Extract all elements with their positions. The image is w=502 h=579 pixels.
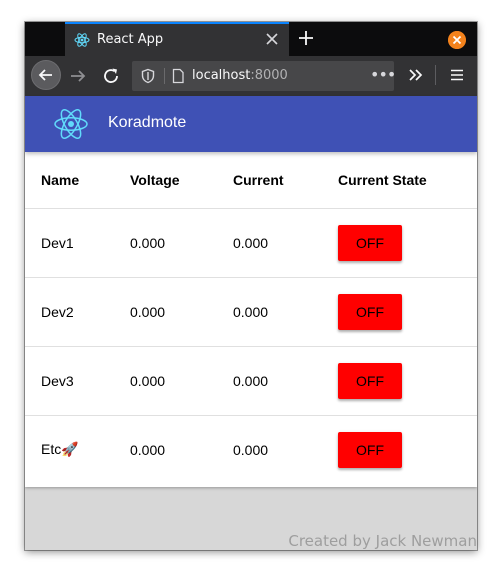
- table-row: Dev2 0.000 0.000 OFF: [25, 277, 477, 347]
- forward-arrow-icon[interactable]: [68, 66, 88, 86]
- toolbar-separator: [435, 65, 436, 85]
- app-header: Koradmote: [25, 96, 477, 152]
- tab-close-icon[interactable]: [263, 30, 281, 48]
- tab-react-app[interactable]: React App: [65, 22, 289, 56]
- page-info-icon[interactable]: [170, 68, 186, 84]
- table-header-row: Name Voltage Current Current State: [25, 152, 477, 209]
- device-voltage: 0.000: [130, 346, 233, 416]
- tab-title: React App: [97, 32, 164, 47]
- device-voltage: 0.000: [130, 441, 166, 458]
- address-bar[interactable]: localhost:8000 •••: [132, 61, 396, 91]
- back-arrow-icon: [38, 69, 52, 81]
- device-name: Dev2: [25, 277, 130, 347]
- device-name: Dev1: [25, 208, 130, 278]
- column-header-name: Name: [25, 152, 130, 209]
- page-actions-icon[interactable]: •••: [370, 65, 396, 84]
- app-title: Koradmote: [108, 114, 187, 131]
- hamburger-menu-icon[interactable]: [448, 66, 466, 84]
- back-button[interactable]: [31, 60, 61, 90]
- window-close-icon[interactable]: [448, 31, 466, 49]
- page-content: Koradmote Name Voltage Current Current S…: [25, 96, 477, 550]
- overflow-chevrons-icon[interactable]: [406, 65, 426, 85]
- navigation-toolbar: localhost:8000 •••: [25, 56, 477, 96]
- address-bar-divider: [164, 68, 165, 84]
- url-text[interactable]: localhost:8000: [192, 68, 288, 83]
- new-tab-icon[interactable]: [297, 29, 315, 47]
- column-header-current: Current: [233, 152, 338, 209]
- device-current: 0.000: [233, 346, 338, 416]
- url-host: localhost: [192, 68, 251, 83]
- devices-table: Name Voltage Current Current State Dev1 …: [25, 152, 477, 484]
- url-port: :8000: [250, 68, 288, 83]
- device-voltage: 0.000: [130, 277, 233, 347]
- device-current: 0.000: [233, 208, 338, 278]
- column-header-current-state: Current State: [338, 152, 477, 209]
- devices-card: Name Voltage Current Current State Dev1 …: [25, 152, 477, 487]
- device-voltage: 0.000: [130, 208, 233, 278]
- device-current: 0.000: [233, 441, 269, 458]
- device-current: 0.000: [233, 277, 338, 347]
- tracking-shield-icon[interactable]: [140, 68, 156, 84]
- footer-credit: Created by Jack Newman: [288, 532, 477, 550]
- table-row: Dev3 0.000 0.000 OFF: [25, 346, 477, 416]
- device-name: Dev3: [25, 346, 130, 416]
- table-row: Dev1 0.000 0.000 OFF: [25, 208, 477, 278]
- reload-icon[interactable]: [101, 66, 121, 86]
- react-atom-icon: [54, 109, 88, 139]
- table-row: Etc🚀 0.000 0.000 OFF: [25, 415, 477, 484]
- state-toggle-button[interactable]: OFF: [338, 431, 402, 468]
- state-toggle-button[interactable]: OFF: [338, 362, 402, 399]
- column-header-voltage: Voltage: [130, 152, 233, 209]
- tab-strip: React App: [25, 22, 477, 56]
- state-toggle-button[interactable]: OFF: [338, 293, 402, 330]
- state-toggle-button[interactable]: OFF: [338, 224, 402, 261]
- browser-window: React App localhost:8000 ••• Koradmote N…: [25, 22, 477, 550]
- react-favicon-icon: [74, 33, 90, 47]
- device-name: Etc🚀: [41, 441, 79, 458]
